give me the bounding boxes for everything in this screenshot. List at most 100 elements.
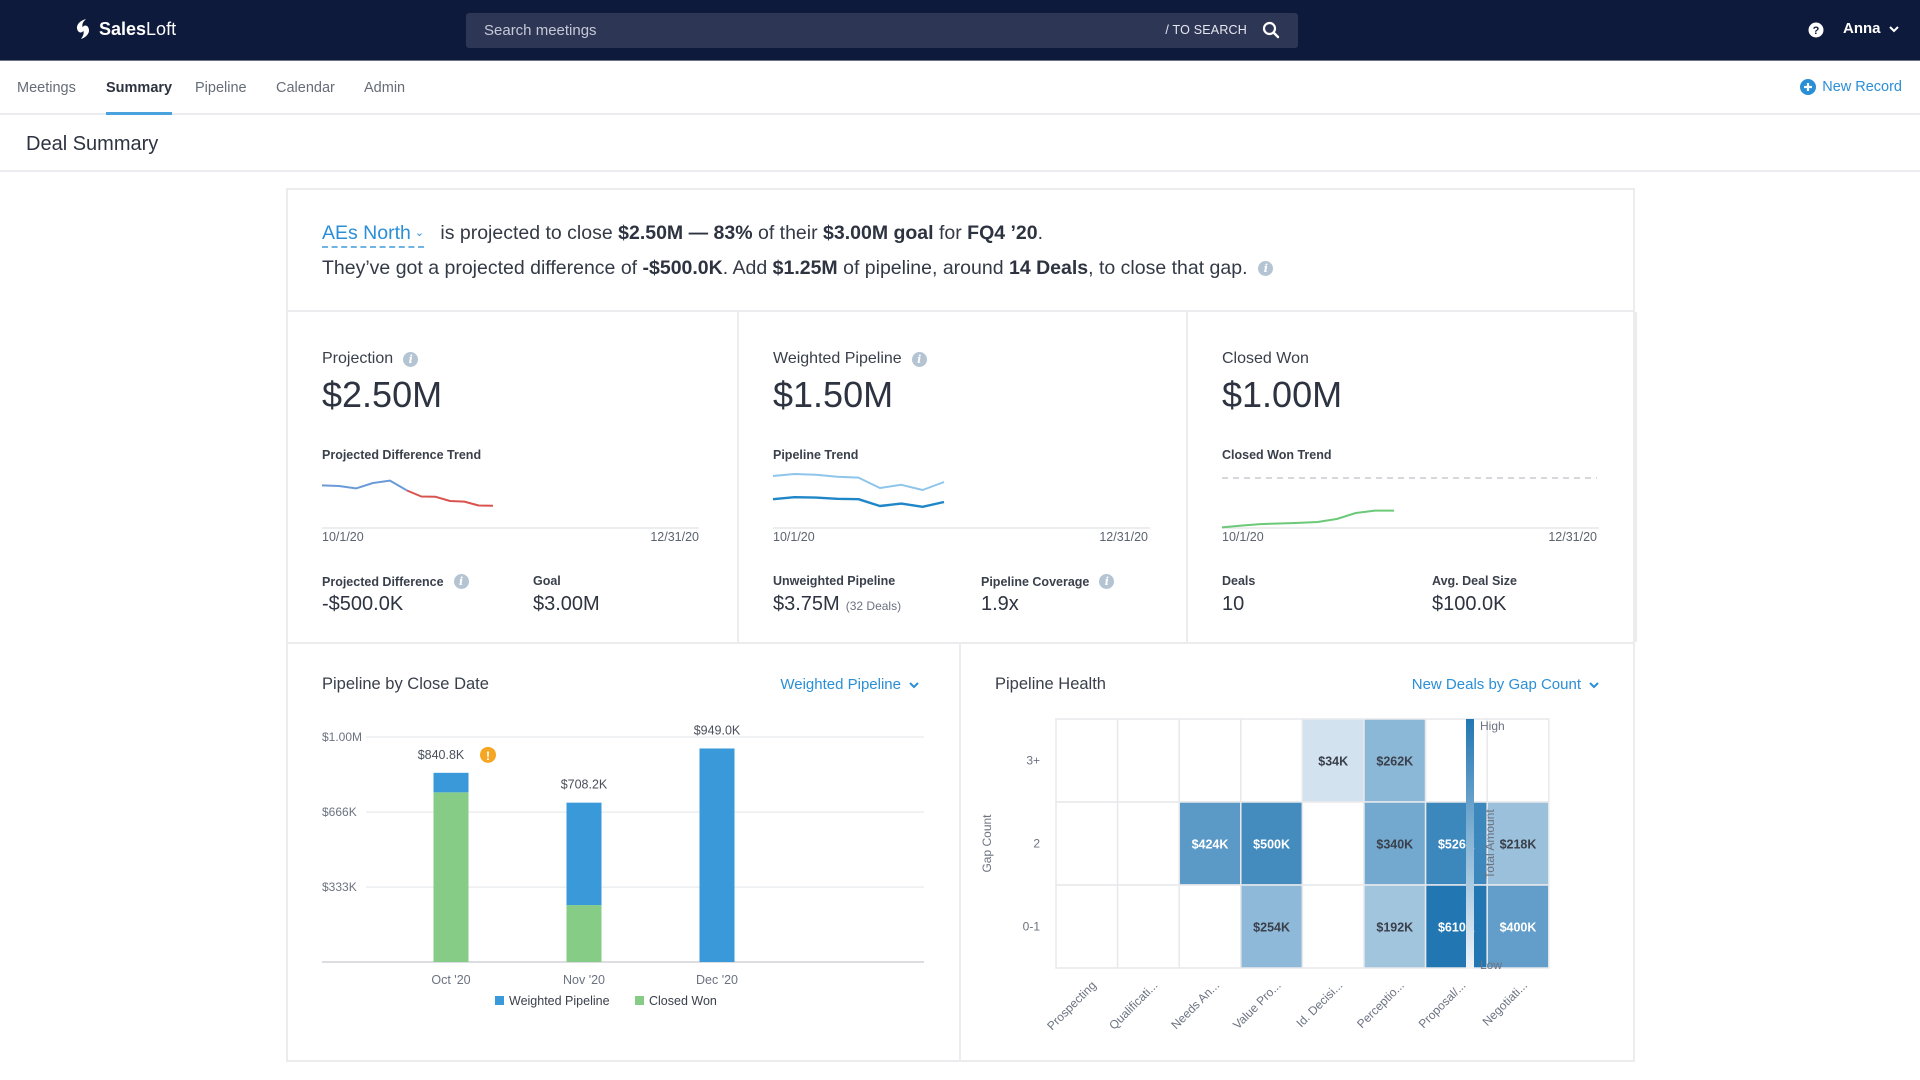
kpi-value: $1.00M (1222, 374, 1343, 415)
chevron-down-icon (1888, 25, 1899, 32)
page-title: Deal Summary (26, 133, 159, 155)
deals-needed: 14 Deals (1008, 257, 1089, 279)
trend-start-date: 10/1/20 (322, 530, 364, 544)
heatmap-cell (1178, 884, 1242, 969)
info-icon[interactable]: i (911, 351, 927, 367)
heatmap-cell (1055, 884, 1119, 969)
summary-line-2: They’ve got a projected difference of -$… (322, 257, 1274, 280)
trend-label: Closed Won Trend (1222, 448, 1332, 462)
tab-meetings[interactable]: Meetings (17, 80, 76, 96)
heatmap-cell (1116, 801, 1180, 886)
trend-label: Projected Difference Trend (322, 448, 482, 462)
heatmap-cell-label: $340K (1376, 838, 1413, 852)
search-input[interactable]: Search meetings / TO SEARCH (466, 13, 1298, 48)
kpi-projection: Projection i $2.50M Projected Difference … (288, 312, 739, 642)
kpi-closed-won: Closed Won $1.00M Closed Won Trend 10/1/… (1188, 312, 1637, 642)
trend-end-date: 12/31/20 (1099, 530, 1148, 544)
kpi-label: Weighted Pipeline i (773, 350, 927, 368)
goal-percent: 83% (713, 222, 753, 244)
help-circle-icon[interactable]: ? (1808, 22, 1824, 38)
closed-won-trend-line (1222, 509, 1394, 529)
legend-label: Closed Won (649, 994, 717, 1008)
trend-start-date: 10/1/20 (773, 530, 815, 544)
summary-text: is projected to close (440, 222, 613, 244)
summary-text: for (938, 222, 962, 244)
heatmap-cell-label: $192K (1376, 921, 1413, 935)
bar-weighted-pipeline (699, 748, 735, 962)
bar-weighted-pipeline (433, 772, 469, 793)
deal-count-note: (32 Deals) (845, 599, 902, 613)
trend-end-date: 12/31/20 (650, 530, 699, 544)
heatmap-cell-label: $400K (1500, 921, 1537, 935)
tab-calendar[interactable]: Calendar (276, 80, 335, 96)
deals-value: 10 (1222, 593, 1245, 615)
avg-deal-size-value: $100.0K (1432, 593, 1507, 615)
tab-pipeline[interactable]: Pipeline (195, 80, 247, 96)
info-icon[interactable]: i (1099, 574, 1115, 589)
tab-summary[interactable]: Summary (106, 80, 173, 115)
legend-label: Weighted Pipeline (509, 994, 610, 1008)
user-menu[interactable]: Anna (1843, 20, 1899, 37)
heatmap-cell-label: $500K (1253, 838, 1290, 852)
heatmap-cell (1301, 801, 1365, 886)
y-axis-label: Gap Count (980, 814, 994, 873)
new-record-label: New Record (1822, 79, 1902, 95)
bar-total-label: $949.0K (694, 723, 741, 737)
svg-text:?: ? (1813, 25, 1820, 37)
x-tick-label: Needs An... (1168, 978, 1222, 1032)
pipeline-coverage-value: 1.9x (981, 593, 1019, 615)
sub-metric-label: Pipeline Coverage i (981, 574, 1115, 589)
bar-weighted-pipeline (566, 802, 602, 906)
info-icon[interactable]: i (453, 574, 469, 589)
sub-metric-label: Goal (533, 574, 561, 588)
x-tick-label: Negotiati... (1480, 978, 1530, 1028)
x-tick-label: Qualificati... (1106, 978, 1160, 1032)
top-header: SalesLoft Search meetings / TO SEARCH ? … (0, 0, 1920, 61)
search-icon[interactable] (1262, 21, 1280, 39)
search-placeholder: Search meetings (484, 22, 597, 39)
x-tick-label: Dec '20 (696, 973, 738, 987)
colorbar-low-label: Low (1480, 958, 1502, 972)
heatmap-cell (1116, 718, 1180, 803)
y-tick-label: 0-1 (1023, 920, 1041, 934)
brand-logo[interactable]: SalesLoft (73, 18, 176, 40)
user-name: Anna (1843, 20, 1881, 37)
unweighted-pipeline-value: $3.75M (32 Deals) (773, 593, 902, 615)
pipeline-bar-chart: $333K $666K $1.00M $840.8K ! Oct '20 $708.2K No… (322, 723, 924, 1008)
heatmap-cell-label: $34K (1318, 755, 1348, 769)
kpi-label: Projection i (322, 350, 419, 368)
closed-won-sparkline (1222, 477, 1599, 529)
heatmap-cell (1301, 884, 1365, 969)
y-tick-label: $333K (322, 880, 357, 894)
sub-metric-label: Deals (1222, 574, 1256, 588)
new-record-button[interactable]: New Record (1800, 79, 1902, 95)
heatmap-cell-label: $254K (1253, 921, 1290, 935)
negative-trend-line (406, 489, 494, 507)
colorbar-high-label: High (1480, 719, 1505, 733)
team-selector[interactable]: AEs North ⌄ (322, 222, 425, 248)
unweighted-pipeline-line (773, 473, 945, 491)
x-tick-label: Nov '20 (563, 973, 605, 987)
y-tick-label: $666K (322, 805, 357, 819)
main-nav: Meetings Summary Pipeline Calendar Admin… (0, 62, 1920, 115)
tab-admin[interactable]: Admin (364, 80, 405, 96)
goal-value: $3.00M (533, 593, 600, 615)
warning-icon-glyph: ! (486, 749, 490, 763)
search-shortcut-hint: / TO SEARCH (1165, 23, 1247, 37)
info-icon[interactable]: i (403, 351, 419, 367)
heatmap-cell-label: $262K (1376, 755, 1413, 769)
heatmap-cell-label: $424K (1192, 838, 1229, 852)
pipeline-health-heatmap: 3+ $34K $262K2 $424K $500K $340K $526K $218K0-1… (980, 718, 1550, 1033)
summary-text: . (1037, 222, 1044, 244)
summary-text: . Add (722, 257, 768, 279)
sub-metric-label: Unweighted Pipeline (773, 574, 896, 588)
x-tick-label: Prospecting (1044, 978, 1099, 1033)
projected-difference: -$500.0K (642, 257, 723, 279)
heatmap-cell-label: $218K (1500, 838, 1537, 852)
colorbar (1466, 719, 1474, 969)
heatmap-cell (1424, 718, 1488, 803)
projected-amount: $2.50M (618, 222, 684, 244)
legend-swatch (495, 996, 504, 1005)
heatmap-cell (1240, 718, 1304, 803)
info-icon[interactable]: i (1258, 261, 1274, 277)
